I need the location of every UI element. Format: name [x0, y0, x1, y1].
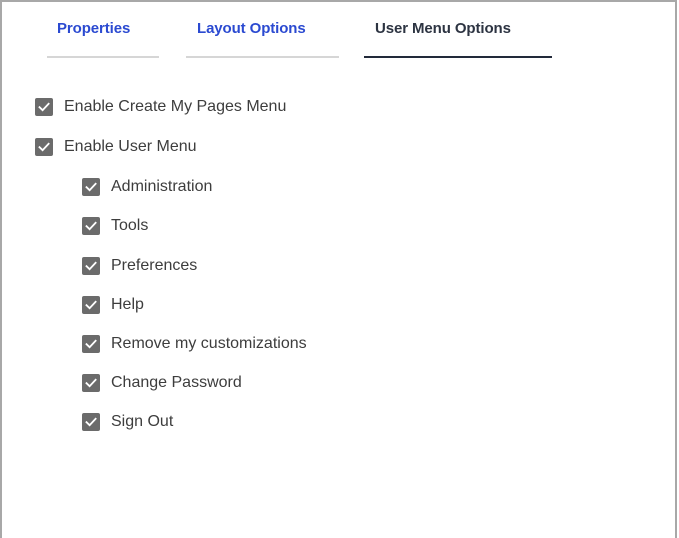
option-label: Preferences — [111, 257, 198, 274]
tab-layout-options[interactable]: Layout Options — [186, 20, 339, 58]
tab-underline — [47, 56, 159, 58]
tab-underline — [186, 56, 339, 58]
help-option[interactable]: Help — [82, 294, 144, 316]
enable-create-my-pages-option[interactable]: Enable Create My Pages Menu — [35, 96, 286, 118]
sign-out-option[interactable]: Sign Out — [82, 411, 173, 433]
option-label: Remove my customizations — [111, 335, 307, 352]
checkbox-checked-icon[interactable] — [82, 374, 100, 392]
option-label: Sign Out — [111, 413, 174, 430]
checkbox-checked-icon[interactable] — [82, 257, 100, 275]
tab-bar: Properties Layout Options User Menu Opti… — [2, 2, 675, 62]
tab-properties[interactable]: Properties — [47, 20, 159, 58]
preferences-option[interactable]: Preferences — [82, 255, 197, 277]
option-label: Change Password — [111, 374, 242, 391]
tab-label: Properties — [57, 20, 131, 37]
tab-label: Layout Options — [197, 20, 306, 37]
administration-option[interactable]: Administration — [82, 176, 212, 198]
checkbox-checked-icon[interactable] — [82, 413, 100, 431]
checkbox-checked-icon[interactable] — [82, 296, 100, 314]
option-label: Administration — [111, 178, 213, 195]
checkbox-checked-icon[interactable] — [82, 335, 100, 353]
checkbox-checked-icon[interactable] — [35, 138, 53, 156]
tab-active-underline — [364, 56, 552, 58]
tools-option[interactable]: Tools — [82, 215, 148, 237]
checkbox-checked-icon[interactable] — [82, 178, 100, 196]
option-label: Help — [111, 296, 144, 313]
option-label: Enable Create My Pages Menu — [64, 98, 287, 115]
remove-customizations-option[interactable]: Remove my customizations — [82, 333, 307, 355]
tab-label: User Menu Options — [375, 20, 511, 37]
option-label: Tools — [111, 217, 149, 234]
checkbox-checked-icon[interactable] — [35, 98, 53, 116]
options-panel: Properties Layout Options User Menu Opti… — [0, 0, 677, 538]
tab-user-menu-options[interactable]: User Menu Options — [364, 20, 552, 58]
change-password-option[interactable]: Change Password — [82, 372, 242, 394]
option-label: Enable User Menu — [64, 138, 197, 155]
enable-user-menu-option[interactable]: Enable User Menu — [35, 136, 197, 158]
checkbox-checked-icon[interactable] — [82, 217, 100, 235]
